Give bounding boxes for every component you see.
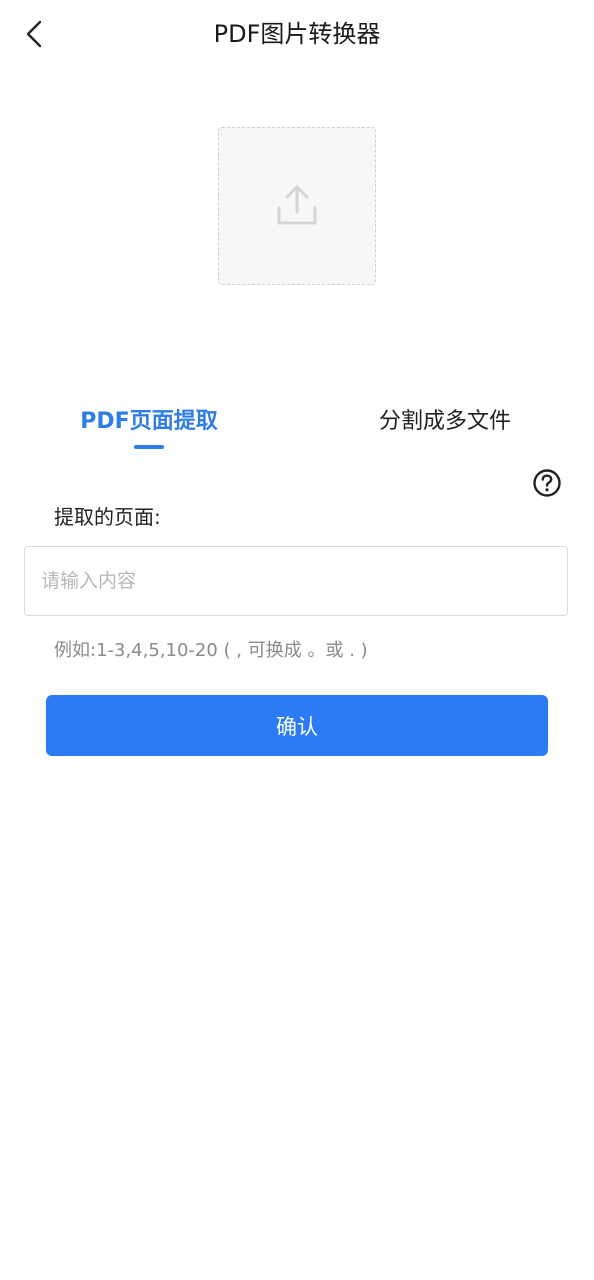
help-button[interactable] bbox=[532, 468, 562, 498]
upload-area[interactable] bbox=[218, 127, 376, 285]
format-hint: 例如:1-3,4,5,10-20 ( , 可换成 。或 . ) bbox=[54, 640, 368, 661]
mode-tabs: PDF页面提取 分割成多文件 bbox=[0, 400, 594, 456]
active-tab-indicator bbox=[134, 445, 164, 449]
confirm-button[interactable]: 确认 bbox=[46, 695, 548, 756]
pages-input-container bbox=[24, 546, 568, 616]
page-title: PDF图片转换器 bbox=[213, 20, 381, 48]
pages-input[interactable] bbox=[25, 547, 567, 615]
upload-icon bbox=[277, 185, 317, 225]
app-header: PDF图片转换器 bbox=[0, 0, 594, 70]
tab-pdf-page-extract[interactable]: PDF页面提取 bbox=[50, 400, 248, 450]
question-circle-icon bbox=[533, 469, 561, 497]
pages-field-label: 提取的页面: bbox=[54, 505, 161, 529]
tab-split-files[interactable]: 分割成多文件 bbox=[346, 400, 544, 450]
